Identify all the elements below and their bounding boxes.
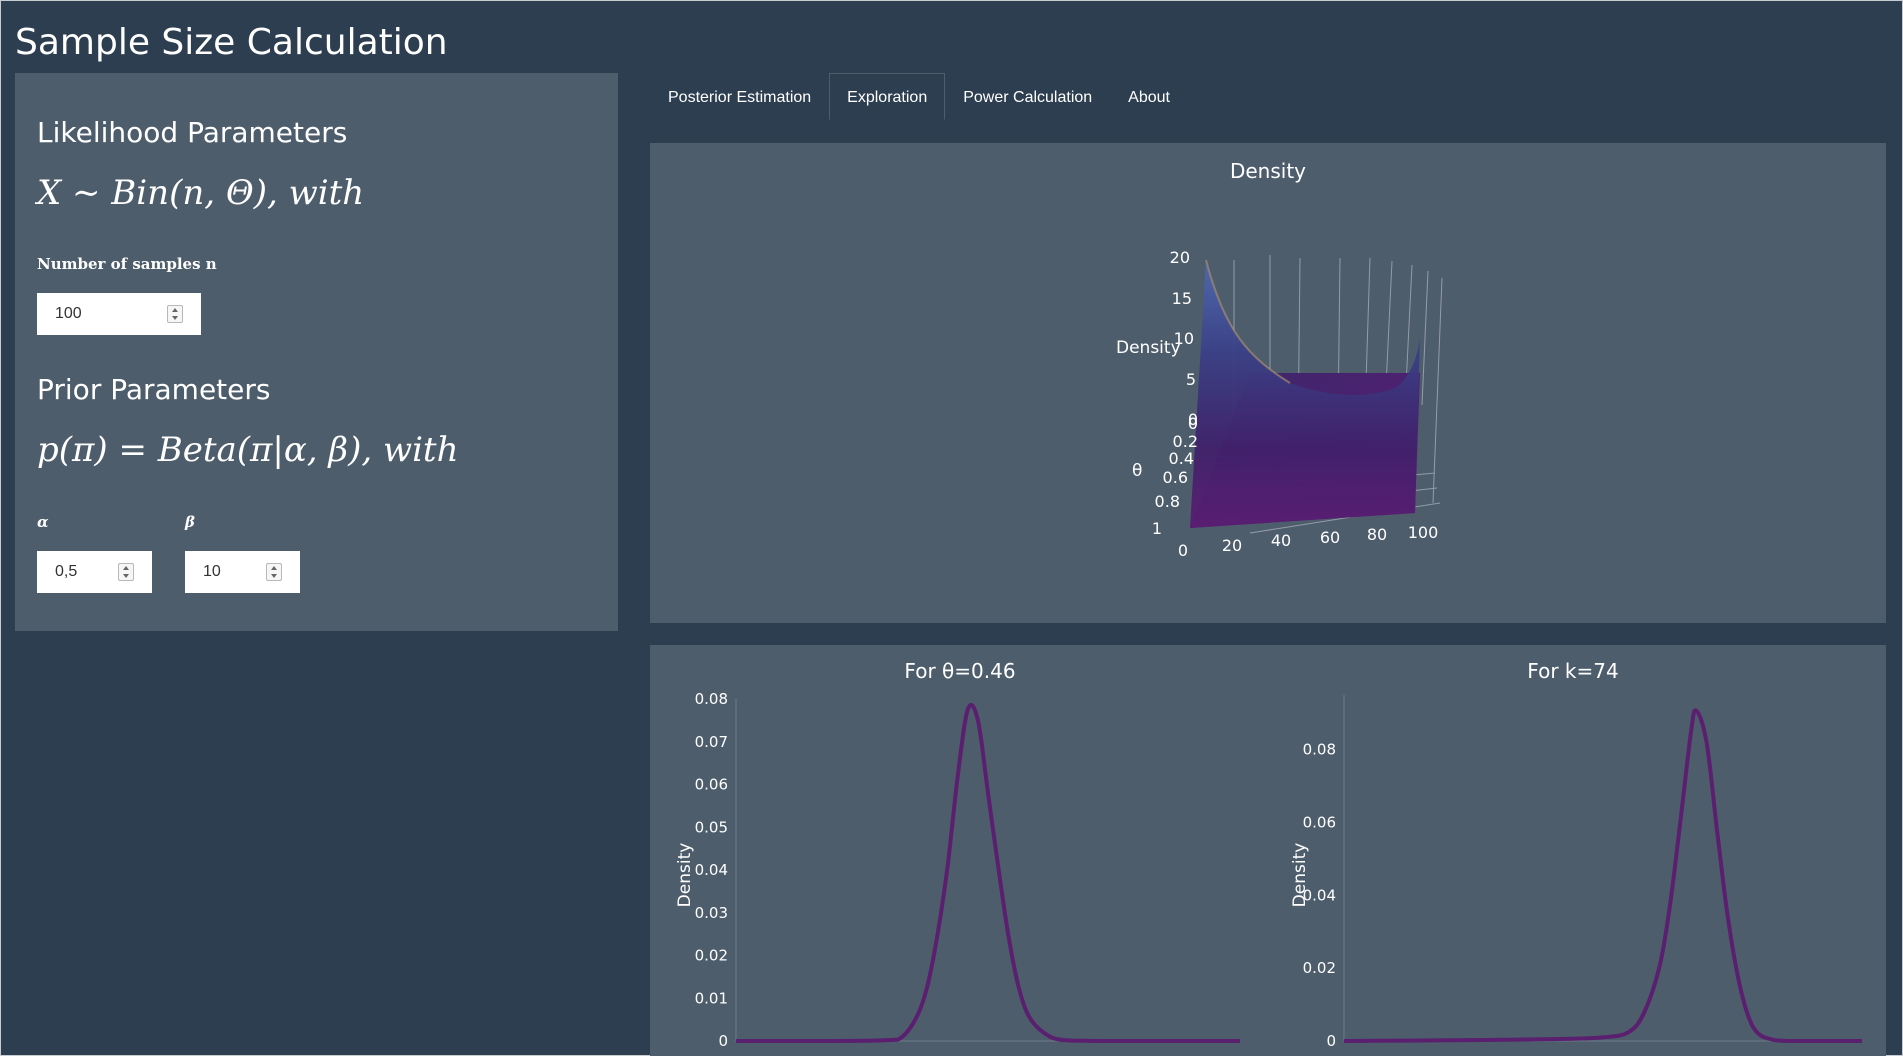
z-axis-label: Density [1116, 338, 1181, 358]
y-tick-label: 0.05 [695, 818, 728, 836]
chart-title: For k=74 [1527, 659, 1618, 683]
theta-tick: 0.8 [1155, 492, 1180, 511]
y-axis-label: Density [675, 843, 695, 908]
y-tick-label: 0.06 [695, 776, 728, 794]
y-ticks: 0 0.02 0.04 0.06 0.08 [1303, 741, 1336, 1050]
theta-tick: 0.6 [1163, 468, 1188, 487]
sidebar-panel: Likelihood Parameters X ∼ Bin(n, Θ), wit… [15, 73, 618, 631]
app-title: Sample Size Calculation [15, 22, 448, 63]
density-3d-panel[interactable]: Density 20 15 10 5 0 Density 0 0.2 0.4 0… [650, 143, 1886, 623]
alpha-label: α [37, 513, 49, 531]
density-surface [1190, 260, 1420, 528]
prior-formula: p(π) = Beta(π|α, β), with [37, 430, 459, 470]
theta-tick: 0.4 [1169, 449, 1194, 468]
theta-axis-label: θ [1132, 461, 1142, 481]
n-input[interactable]: 100 [37, 293, 201, 335]
z-tick: 15 [1172, 289, 1192, 308]
y-tick-label: 0.01 [695, 989, 728, 1007]
k-axis-ticks: 0 20 40 60 80 100 [1178, 523, 1438, 560]
gridlines [1343, 695, 1862, 1042]
y-tick-label: 0 [1326, 1032, 1336, 1050]
k-tick: 20 [1222, 536, 1242, 555]
density-3d-plot[interactable]: Density 20 15 10 5 0 Density 0 0.2 0.4 0… [650, 143, 1886, 623]
density-curve [1343, 708, 1862, 1043]
beta-input[interactable]: 10 [185, 551, 300, 593]
line-charts-panel: For θ=0.46 Density 0 0.01 0.02 0.03 0.04 0.05… [650, 645, 1886, 1056]
density-3d-title: Density [1230, 159, 1306, 183]
tab-about[interactable]: About [1110, 73, 1188, 120]
y-tick-label: 0.08 [695, 690, 728, 708]
alpha-input[interactable]: 0,5 [37, 551, 152, 593]
chart-title: For θ=0.46 [904, 659, 1015, 683]
k-tick: 40 [1271, 531, 1291, 550]
y-tick-label: 0.06 [1303, 813, 1336, 831]
tab-exploration[interactable]: Exploration [829, 73, 946, 120]
theta-tick: 0 [1188, 414, 1198, 433]
z-tick: 5 [1186, 370, 1196, 389]
beta-spinner[interactable] [266, 563, 282, 581]
z-tick: 20 [1170, 248, 1190, 267]
n-value: 100 [55, 305, 82, 322]
y-tick-label: 0.04 [1303, 886, 1336, 904]
y-tick-label: 0.02 [1303, 959, 1336, 977]
tab-posterior-estimation[interactable]: Posterior Estimation [650, 73, 829, 120]
n-label: Number of samples n [37, 255, 217, 273]
y-tick-label: 0.04 [695, 861, 728, 879]
k-tick: 60 [1320, 528, 1340, 547]
likelihood-formula: X ∼ Bin(n, Θ), with [37, 173, 365, 213]
y-tick-label: 0.08 [1303, 741, 1336, 759]
y-tick-label: 0 [718, 1032, 728, 1050]
y-ticks: 0 0.01 0.02 0.03 0.04 0.05 0.06 0.07 0.08 [695, 690, 728, 1050]
tab-bar: Posterior Estimation Exploration Power C… [650, 73, 1188, 121]
density-curve [735, 703, 1240, 1043]
alpha-spinner[interactable] [118, 563, 134, 581]
alpha-value: 0,5 [55, 563, 78, 580]
k-tick: 80 [1367, 525, 1387, 544]
theta-tick: 1 [1152, 519, 1162, 538]
k-tick: 100 [1408, 523, 1439, 542]
n-spinner[interactable] [167, 305, 183, 323]
prior-heading: Prior Parameters [37, 373, 271, 406]
k-tick: 0 [1178, 541, 1188, 560]
beta-label: β [185, 513, 195, 531]
k-slice-chart[interactable]: For k=74 Density 00.020.040.060.08 [1260, 645, 1886, 1056]
y-tick-label: 0.03 [695, 904, 728, 922]
y-tick-label: 0.02 [695, 947, 728, 965]
gridlines [735, 699, 1240, 1042]
likelihood-heading: Likelihood Parameters [37, 116, 348, 149]
tab-power-calculation[interactable]: Power Calculation [945, 73, 1110, 120]
beta-value: 10 [203, 563, 221, 580]
theta-slice-chart[interactable]: For θ=0.46 Density 0 0.01 0.02 0.03 0.04 0.05… [650, 645, 1260, 1056]
y-tick-label: 0.07 [695, 733, 728, 751]
